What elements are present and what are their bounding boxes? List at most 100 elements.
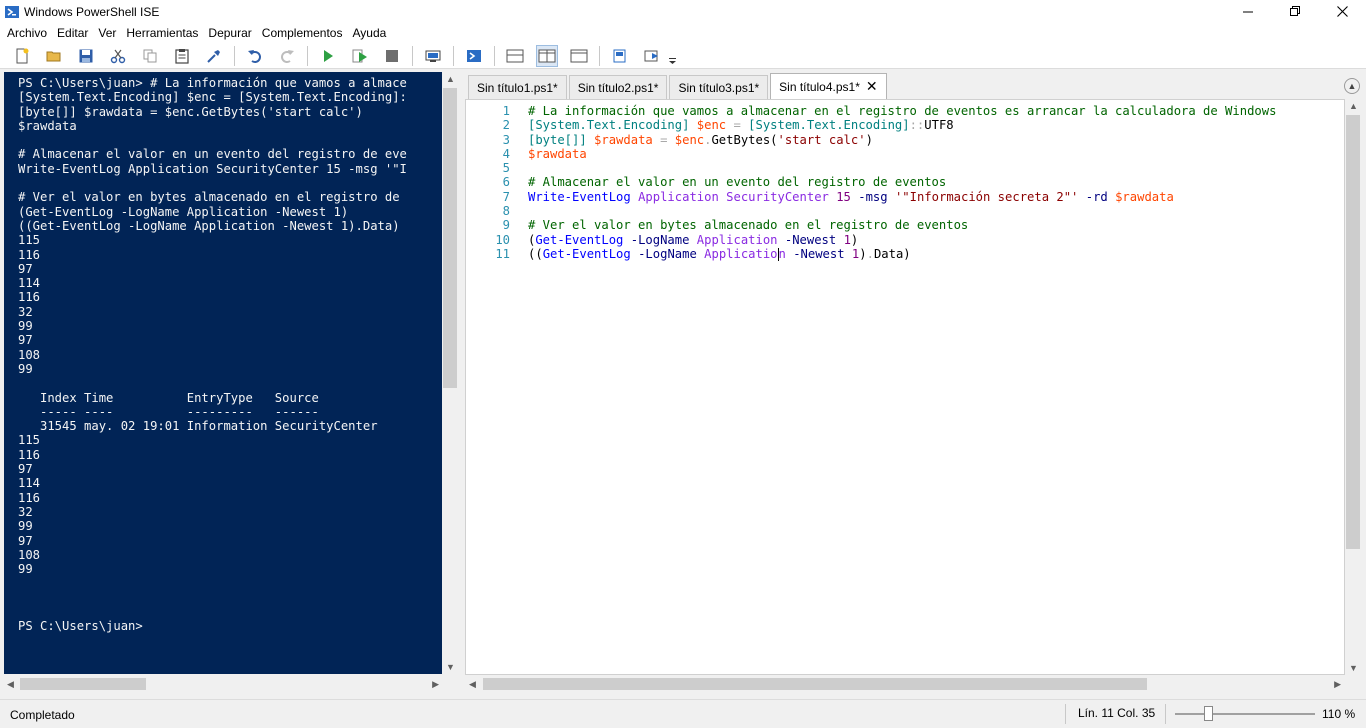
customize-toolbar-button[interactable] (668, 45, 676, 67)
window-title: Windows PowerShell ISE (24, 4, 160, 19)
tab-label: Sin título4.ps1* (779, 79, 860, 94)
code-token: . (866, 246, 874, 261)
undo-button[interactable] (244, 45, 266, 67)
new-file-button[interactable] (11, 45, 33, 67)
close-button[interactable] (1319, 0, 1366, 23)
console-output[interactable]: PS C:\Users\juan> # La información que v… (4, 72, 442, 634)
cut-button[interactable] (107, 45, 129, 67)
console-pane[interactable]: PS C:\Users\juan> # La información que v… (4, 72, 442, 674)
menu-ayuda[interactable]: Ayuda (347, 26, 391, 40)
code-token: # Ver el valor en bytes almacenado en el… (528, 218, 969, 233)
code-token: ) (859, 246, 867, 261)
menu-depurar[interactable]: Depurar (203, 26, 256, 40)
close-icon (1337, 6, 1348, 17)
remote-powershell-button[interactable] (422, 45, 444, 67)
scroll-left-arrow-icon[interactable]: ◀ (469, 679, 476, 690)
clear-console-button[interactable] (203, 45, 225, 67)
scroll-up-arrow-icon[interactable]: ▲ (446, 74, 455, 84)
show-script-maximized-button[interactable] (568, 45, 590, 67)
code-line[interactable]: [System.Text.Encoding] $enc = [System.Te… (528, 118, 1276, 132)
line-number: 4 (502, 146, 510, 161)
tab-sin-titulo3[interactable]: Sin título3.ps1* (669, 75, 769, 99)
code-token: # La información que vamos a almacenar e… (528, 104, 1277, 118)
save-button[interactable] (75, 45, 97, 67)
editor-vertical-scrollbar[interactable]: ▲ ▼ (1345, 99, 1361, 675)
line-number: 6 (502, 175, 510, 190)
code-line[interactable]: Write-EventLog Application SecurityCente… (528, 190, 1276, 204)
status-bar: Completado Lín. 11 Col. 35 110 % (0, 699, 1366, 728)
menu-archivo[interactable]: Archivo (2, 26, 52, 40)
line-number: 10 (495, 232, 510, 247)
console-horizontal-scrollbar[interactable]: ◀ ▶ (4, 676, 442, 692)
scroll-up-arrow-icon[interactable]: ▲ (1349, 101, 1358, 111)
code-area[interactable]: # La información que vamos a almacenar e… (528, 104, 1276, 261)
run-script-button[interactable] (317, 45, 339, 67)
pane-splitter[interactable] (459, 70, 464, 695)
code-line[interactable]: (Get-EventLog -LogName Application -Newe… (528, 233, 1276, 247)
redo-button[interactable] (276, 45, 298, 67)
tab-sin-titulo2[interactable]: Sin título2.ps1* (568, 75, 668, 99)
collapse-script-pane-button[interactable]: ▲ (1344, 78, 1360, 94)
code-line[interactable]: ((Get-EventLog -LogName Application -New… (528, 247, 1276, 261)
show-script-top-button[interactable] (504, 45, 526, 67)
editor-horizontal-scrollbar[interactable]: ◀ ▶ (465, 676, 1345, 692)
console-hscroll-thumb[interactable] (20, 678, 146, 690)
code-token: :: (909, 118, 925, 133)
code-line[interactable] (528, 204, 1276, 218)
code-line[interactable]: # Almacenar el valor en un evento del re… (528, 175, 1276, 189)
start-powershell-button[interactable] (463, 45, 485, 67)
line-number: 9 (502, 218, 510, 233)
status-divider (1165, 704, 1166, 724)
code-line[interactable]: # La información que vamos a almacenar e… (528, 104, 1276, 118)
show-command-window-button[interactable] (609, 45, 631, 67)
code-line[interactable]: $rawdata (528, 147, 1276, 161)
copy-button[interactable] (139, 45, 161, 67)
editor-hscroll-thumb[interactable] (483, 678, 1147, 690)
save-icon (79, 49, 93, 62)
toolbar-separator (412, 45, 413, 66)
scroll-down-arrow-icon[interactable]: ▼ (1349, 663, 1358, 673)
paste-button[interactable] (171, 45, 193, 67)
stop-button[interactable] (381, 45, 403, 67)
menu-editar[interactable]: Editar (52, 26, 93, 40)
show-script-right-button[interactable] (536, 44, 558, 67)
tab-sin-titulo1[interactable]: Sin título1.ps1* (468, 75, 567, 99)
code-token: $rawdata (1115, 189, 1174, 204)
console-vertical-scrollbar[interactable]: ▲ ▼ (442, 72, 458, 674)
menu-complementos[interactable]: Complementos (257, 26, 348, 40)
menu-herramientas[interactable]: Herramientas (121, 26, 203, 40)
copy-icon (143, 49, 157, 62)
open-button[interactable] (43, 45, 65, 67)
code-line[interactable]: # Ver el valor en bytes almacenado en el… (528, 218, 1276, 232)
menu-ver[interactable]: Ver (93, 26, 121, 40)
close-tab-icon[interactable]: ✕ (866, 78, 878, 95)
toolbar-separator (494, 45, 495, 66)
code-token: 15 (836, 189, 851, 204)
zoom-slider-thumb[interactable] (1204, 706, 1214, 721)
restore-button[interactable] (1272, 0, 1319, 23)
stop-icon (386, 49, 398, 62)
scroll-down-arrow-icon[interactable]: ▼ (446, 662, 455, 672)
code-token: $enc (674, 132, 705, 147)
zoom-level: 110 % (1322, 707, 1356, 721)
zoom-slider-track[interactable] (1175, 713, 1315, 715)
code-token: ) (865, 132, 873, 147)
toolbar-separator (599, 45, 600, 66)
code-line[interactable]: [byte[]] $rawdata = $enc.GetBytes('start… (528, 133, 1276, 147)
scroll-right-arrow-icon[interactable]: ▶ (432, 679, 439, 690)
scroll-left-arrow-icon[interactable]: ◀ (7, 679, 14, 690)
show-command-addon-button[interactable] (641, 45, 663, 67)
minimize-button[interactable] (1225, 0, 1272, 23)
console-vscroll-thumb[interactable] (443, 88, 457, 388)
run-selection-button[interactable] (349, 45, 371, 67)
editor-vscroll-thumb[interactable] (1346, 115, 1360, 549)
remote-powershell-icon (425, 50, 441, 62)
code-line[interactable] (528, 161, 1276, 175)
run-icon (324, 49, 333, 62)
script-editor[interactable]: 1 2 3 4 5 6 7 8 9 10 11 # La información que vamos… (465, 99, 1345, 675)
code-token: $rawdata (594, 132, 653, 147)
scroll-right-arrow-icon[interactable]: ▶ (1334, 679, 1341, 690)
tab-sin-titulo4[interactable]: Sin título4.ps1* ✕ (770, 73, 887, 99)
